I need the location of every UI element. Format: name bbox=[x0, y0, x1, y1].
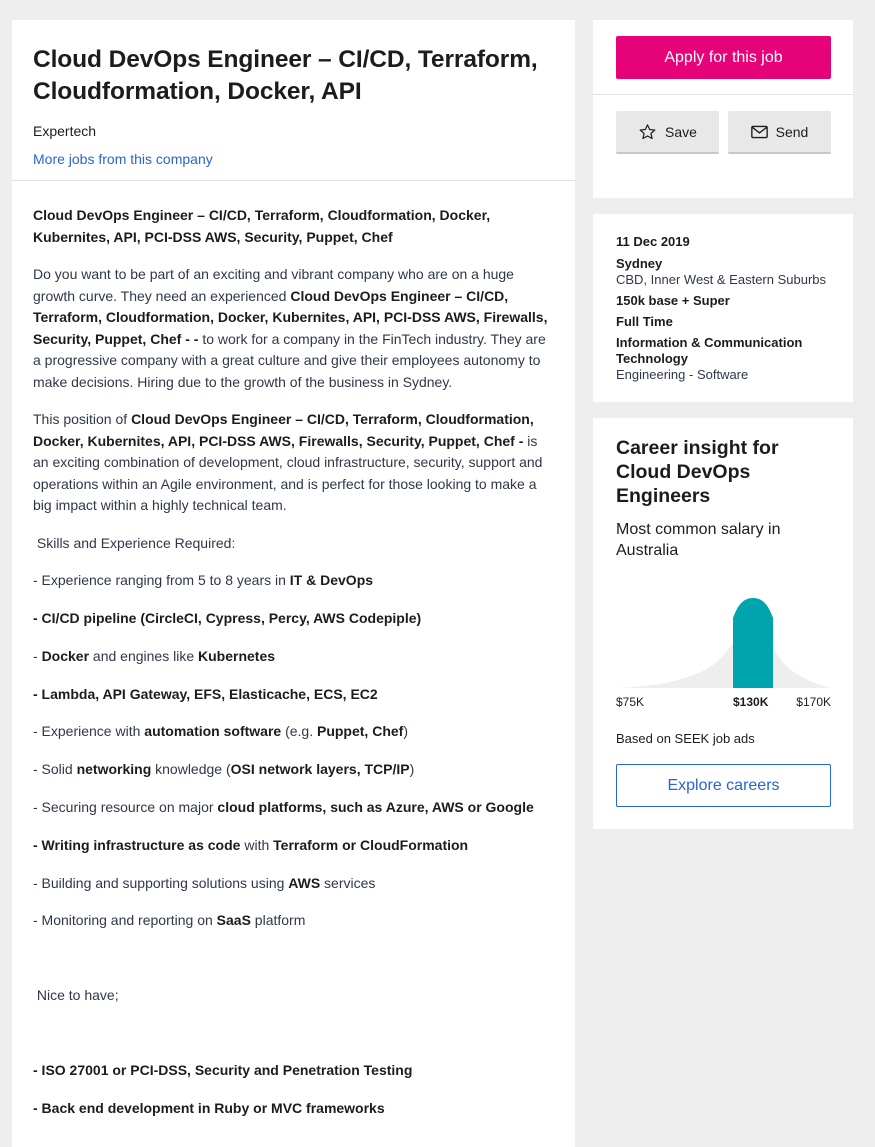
text: - Experience ranging from 5 to 8 years i… bbox=[33, 572, 290, 589]
job-info-card: 11 Dec 2019 Sydney CBD, Inner West & Eas… bbox=[593, 214, 853, 402]
salary-highlight-band bbox=[733, 598, 773, 688]
company-name: Expertech bbox=[33, 123, 97, 139]
description-heading: Cloud DevOps Engineer – CI/CD, Terraform… bbox=[33, 205, 554, 248]
skill-item: - Experience with automation software (e… bbox=[33, 721, 554, 743]
save-label: Save bbox=[665, 123, 697, 140]
divider bbox=[593, 94, 853, 95]
bold-text: networking bbox=[76, 761, 152, 778]
sub-classification: Engineering - Software bbox=[616, 367, 749, 382]
location-area: CBD, Inner West & Eastern Suburbs bbox=[616, 272, 827, 287]
skill-item: - Writing infrastructure as code with Te… bbox=[33, 835, 554, 857]
bold-text: automation software bbox=[144, 723, 282, 740]
bold-text: SaaS bbox=[216, 912, 251, 929]
bold-text: IT & DevOps bbox=[289, 572, 374, 589]
text: - Building and supporting solutions usin… bbox=[33, 874, 289, 891]
location: Sydney CBD, Inner West & Eastern Suburbs bbox=[616, 256, 830, 288]
text: - bbox=[33, 647, 42, 664]
job-header: Cloud DevOps Engineer – CI/CD, Terraform… bbox=[12, 20, 575, 181]
bold-text: Terraform or CloudFormation bbox=[273, 836, 469, 853]
explore-careers-button[interactable]: Explore careers bbox=[616, 764, 831, 807]
bold-text: - ISO 27001 or PCI-DSS, Security and Pen… bbox=[33, 1062, 413, 1079]
skill-item: - CI/CD pipeline (CircleCI, Cypress, Per… bbox=[33, 608, 554, 630]
listing-date: 11 Dec 2019 bbox=[616, 234, 690, 249]
salary: 150k base + Super bbox=[616, 293, 730, 308]
job-title: Cloud DevOps Engineer – CI/CD, Terraform… bbox=[33, 46, 538, 105]
nice-item: - ISO 27001 or PCI-DSS, Security and Pen… bbox=[33, 1060, 554, 1082]
text: ) bbox=[403, 723, 408, 740]
bold-text: - CI/CD pipeline (CircleCI, Cypress, Per… bbox=[33, 610, 422, 627]
text: platform bbox=[250, 912, 306, 929]
bold-text: Puppet, Chef bbox=[316, 723, 404, 740]
career-insight-title: Career insight for Cloud DevOps Engineer… bbox=[616, 437, 779, 507]
description-paragraph-1: Do you want to be part of an exciting an… bbox=[33, 264, 554, 393]
apply-button[interactable]: Apply for this job bbox=[616, 36, 831, 79]
job-details-card: Cloud DevOps Engineer – CI/CD, Terraform… bbox=[12, 20, 575, 1147]
salary-mid-label: $130K bbox=[733, 695, 769, 709]
description-paragraph-2: This position of Cloud DevOps Engineer –… bbox=[33, 409, 554, 517]
mail-icon bbox=[750, 125, 768, 138]
classification-name: Information & Communication Technology bbox=[616, 335, 803, 366]
text: - Securing resource on major bbox=[33, 799, 218, 816]
location-city: Sydney bbox=[616, 256, 663, 271]
description-heading-text: Cloud DevOps Engineer – CI/CD, Terraform… bbox=[33, 207, 491, 245]
send-label: Send bbox=[775, 123, 809, 140]
career-insight-subtitle: Most common salary in Australia bbox=[616, 521, 781, 559]
bold-text: - Lambda, API Gateway, EFS, Elasticache,… bbox=[33, 685, 378, 702]
send-button[interactable]: Send bbox=[728, 111, 831, 154]
text: ) bbox=[409, 761, 415, 778]
text: knowledge ( bbox=[151, 761, 231, 778]
skill-item: - Lambda, API Gateway, EFS, Elasticache,… bbox=[33, 684, 554, 706]
bold-text: Docker bbox=[41, 647, 90, 664]
text: (e.g. bbox=[281, 723, 317, 740]
text: This position of bbox=[33, 411, 132, 427]
work-type: Full Time bbox=[616, 314, 673, 329]
nice-item: - Back end development in Ruby or MVC fr… bbox=[33, 1098, 554, 1120]
text: - Experience with bbox=[33, 723, 145, 740]
bold-text: - Back end development in Ruby or MVC fr… bbox=[33, 1099, 385, 1116]
text: and engines like bbox=[89, 647, 198, 664]
classification: Information & Communication Technology E… bbox=[616, 335, 830, 383]
salary-distribution-chart bbox=[616, 598, 831, 688]
bold-text: AWS bbox=[288, 874, 321, 891]
salary-low-label: $75K bbox=[616, 695, 645, 709]
career-insight-card: Career insight for Cloud DevOps Engineer… bbox=[593, 418, 853, 829]
more-jobs-link[interactable]: More jobs from this company bbox=[33, 151, 213, 167]
skill-item: - Experience ranging from 5 to 8 years i… bbox=[33, 570, 554, 592]
salary-high-label: $170K bbox=[796, 695, 831, 709]
text: with bbox=[240, 836, 274, 853]
skill-item: - Docker and engines like Kubernetes bbox=[33, 646, 554, 668]
skill-item: - Solid networking knowledge (OSI networ… bbox=[33, 759, 554, 781]
skill-item: - Building and supporting solutions usin… bbox=[33, 873, 554, 895]
skill-item: - Monitoring and reporting on SaaS platf… bbox=[33, 910, 554, 932]
bold-text: Kubernetes bbox=[198, 647, 276, 664]
nice-to-have-heading: Nice to have; bbox=[33, 987, 119, 1004]
text: services bbox=[320, 874, 376, 891]
skills-heading: Skills and Experience Required: bbox=[33, 534, 236, 551]
job-description: Cloud DevOps Engineer – CI/CD, Terraform… bbox=[12, 181, 575, 1119]
text: - Monitoring and reporting on bbox=[33, 912, 217, 929]
save-button[interactable]: Save bbox=[616, 111, 719, 154]
text: - Solid bbox=[33, 761, 77, 778]
salary-distribution-curve bbox=[616, 598, 831, 688]
apply-card: Apply for this job Save Send bbox=[593, 20, 853, 198]
bold-text: OSI network layers, TCP/IP bbox=[230, 761, 410, 778]
star-icon bbox=[639, 123, 656, 139]
bold-text: cloud platforms, such as Azure, AWS or G… bbox=[217, 799, 534, 816]
based-on-note: Based on SEEK job ads bbox=[616, 731, 755, 746]
skill-item: - Securing resource on major cloud platf… bbox=[33, 797, 554, 819]
bold-text: - Writing infrastructure as code bbox=[33, 836, 241, 853]
